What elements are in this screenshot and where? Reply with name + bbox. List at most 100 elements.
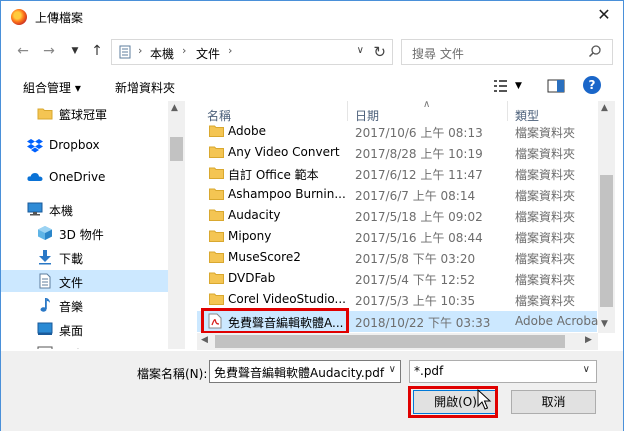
back-arrow-icon[interactable]: ← <box>15 43 31 59</box>
file-list-horizontal-scrollbar[interactable]: ◀ ▶ <box>197 333 598 350</box>
file-row[interactable]: Ashampoo Burnin... 2017/6/7 上午 08:14 檔案資… <box>197 184 597 205</box>
file-type: 檔案資料夾 <box>515 210 576 224</box>
close-icon[interactable]: ✕ <box>595 6 613 24</box>
view-dropdown-icon[interactable]: ▼ <box>515 81 522 91</box>
highlight-box <box>201 308 349 334</box>
recent-dropdown-icon[interactable]: ▼ <box>67 43 83 59</box>
file-row[interactable]: Audacity 2017/5/18 上午 09:02 檔案資料夾 <box>197 205 597 226</box>
help-icon[interactable]: ? <box>583 76 601 94</box>
nav-scroll-thumb[interactable] <box>170 137 183 161</box>
nav-item-pictures[interactable]: 圖片 <box>1 342 168 349</box>
chevron-right-icon[interactable]: › <box>138 44 142 57</box>
scroll-right-icon[interactable]: ▶ <box>585 335 592 345</box>
search-icon[interactable] <box>588 44 602 58</box>
search-placeholder: 搜尋 文件 <box>412 47 464 61</box>
file-name: Corel VideoStudio... <box>228 292 346 306</box>
view-options-icon[interactable] <box>493 79 509 93</box>
forward-arrow-icon[interactable]: → <box>41 43 57 59</box>
document-folder-icon <box>119 45 131 59</box>
nav-scrollbar[interactable]: ▲ <box>168 101 185 349</box>
desktop-icon <box>37 322 53 335</box>
file-row[interactable]: Any Video Convert 2017/8/28 上午 10:19 檔案資… <box>197 142 597 163</box>
chevron-down-icon[interactable]: ∨ <box>583 364 590 375</box>
file-date: 2017/5/16 上午 08:44 <box>355 231 483 245</box>
cancel-button[interactable]: 取消 <box>511 390 596 414</box>
folder-icon <box>209 293 224 305</box>
folder-icon <box>209 188 224 200</box>
folder-icon <box>209 146 224 158</box>
scroll-down-icon[interactable]: ▼ <box>601 319 608 329</box>
address-bar[interactable]: › 本機 › 文件 › ∨ ↻ <box>111 39 393 65</box>
file-date: 2017/5/4 下午 12:52 <box>355 273 476 287</box>
breadcrumb-documents[interactable]: 文件 <box>196 45 220 62</box>
nav-item-label: 籃球冠軍 <box>59 108 108 122</box>
scroll-up-icon[interactable]: ▲ <box>601 103 608 113</box>
scroll-left-icon[interactable]: ◀ <box>201 335 208 345</box>
file-date: 2017/6/12 上午 11:47 <box>355 168 483 182</box>
file-date: 2017/5/3 上午 10:35 <box>355 294 476 308</box>
nav-item-downloads[interactable]: 下載 <box>1 246 168 268</box>
file-type-value[interactable]: *.pdf <box>414 364 443 378</box>
file-row[interactable]: MuseScore2 2017/5/8 下午 03:20 檔案資料夾 <box>197 247 597 268</box>
file-type: 檔案資料夾 <box>515 294 576 308</box>
file-type: 檔案資料夾 <box>515 273 576 287</box>
computer-icon <box>27 202 43 216</box>
nav-item-dropbox[interactable]: Dropbox <box>1 134 168 156</box>
music-icon <box>40 298 50 312</box>
file-type: 檔案資料夾 <box>515 252 576 266</box>
file-row[interactable]: Mipony 2017/5/16 上午 08:44 檔案資料夾 <box>197 226 597 247</box>
file-row[interactable]: 自訂 Office 範本 2017/6/12 上午 11:47 檔案資料夾 <box>197 163 597 184</box>
pictures-icon <box>37 346 53 349</box>
filename-label: 檔案名稱(N): <box>137 367 208 381</box>
folder-icon <box>209 125 224 137</box>
filename-value[interactable]: 免費聲音編輯軟體Audacity.pdf <box>214 364 384 381</box>
nav-item-3d-objects[interactable]: 3D 物件 <box>1 222 168 244</box>
preview-pane-icon[interactable] <box>547 79 565 93</box>
column-divider[interactable] <box>507 101 508 121</box>
file-name: Any Video Convert <box>228 145 340 159</box>
scroll-up-icon[interactable]: ▲ <box>171 103 178 113</box>
search-field[interactable]: 搜尋 文件 <box>401 39 613 65</box>
file-date: 2017/5/18 上午 09:02 <box>355 210 483 224</box>
chevron-down-icon[interactable]: ∨ <box>357 45 364 56</box>
file-type-select[interactable]: *.pdf ∨ <box>409 360 597 383</box>
organize-button[interactable]: 組合管理 ▾ <box>23 79 81 96</box>
up-arrow-icon[interactable]: ↑ <box>89 43 105 59</box>
file-list-vertical-scrollbar[interactable]: ▲ ▼ <box>598 101 615 333</box>
file-row[interactable]: Adobe 2017/10/6 上午 08:13 檔案資料夾 <box>197 121 597 142</box>
folder-icon <box>209 167 224 179</box>
navigation-pane: 籃球冠軍 Dropbox OneDrive 本機 3D 物件 下載 文件 音樂 … <box>1 101 185 349</box>
file-type: 檔案資料夾 <box>515 147 576 161</box>
chevron-right-icon[interactable]: › <box>182 44 186 57</box>
file-date: 2017/8/28 上午 10:19 <box>355 147 483 161</box>
command-bar: 組合管理 ▾ 新增資料夾 ▼ ? <box>1 71 623 101</box>
file-type: Adobe Acroba <box>515 314 599 328</box>
nav-item-onedrive[interactable]: OneDrive <box>1 166 168 188</box>
address-row: ← → ▼ ↑ › 本機 › 文件 › ∨ ↻ 搜尋 文件 <box>1 37 623 67</box>
nav-item-label: 音樂 <box>59 300 84 314</box>
nav-item-documents[interactable]: 文件 <box>1 270 168 292</box>
folder-icon <box>209 230 224 242</box>
chevron-right-icon[interactable]: › <box>228 44 232 57</box>
folder-icon <box>209 251 224 263</box>
file-row[interactable]: DVDFab 2017/5/4 下午 12:52 檔案資料夾 <box>197 268 597 289</box>
breadcrumb-this-pc[interactable]: 本機 <box>150 45 174 62</box>
nav-item-label: 本機 <box>49 204 74 218</box>
file-name: Mipony <box>228 229 272 243</box>
nav-item-this-pc[interactable]: 本機 <box>1 198 168 220</box>
refresh-icon[interactable]: ↻ <box>373 43 386 61</box>
file-date: 2017/10/6 上午 08:13 <box>355 126 483 140</box>
vertical-scroll-thumb[interactable] <box>600 175 613 307</box>
folder-icon <box>209 209 224 221</box>
horizontal-scroll-thumb[interactable] <box>215 335 565 348</box>
new-folder-button[interactable]: 新增資料夾 <box>115 79 175 96</box>
chevron-down-icon[interactable]: ∨ <box>389 364 396 375</box>
nav-item-music[interactable]: 音樂 <box>1 294 168 316</box>
nav-item-desktop[interactable]: 桌面 <box>1 318 168 340</box>
filename-combo[interactable]: 免費聲音編輯軟體Audacity.pdf ∨ <box>209 360 401 383</box>
column-divider[interactable] <box>347 101 348 121</box>
dropbox-icon <box>27 139 43 153</box>
file-type: 檔案資料夾 <box>515 189 576 203</box>
nav-item-folder[interactable]: 籃球冠軍 <box>1 102 168 124</box>
file-row[interactable]: Corel VideoStudio... 2017/5/3 上午 10:35 檔… <box>197 289 597 310</box>
